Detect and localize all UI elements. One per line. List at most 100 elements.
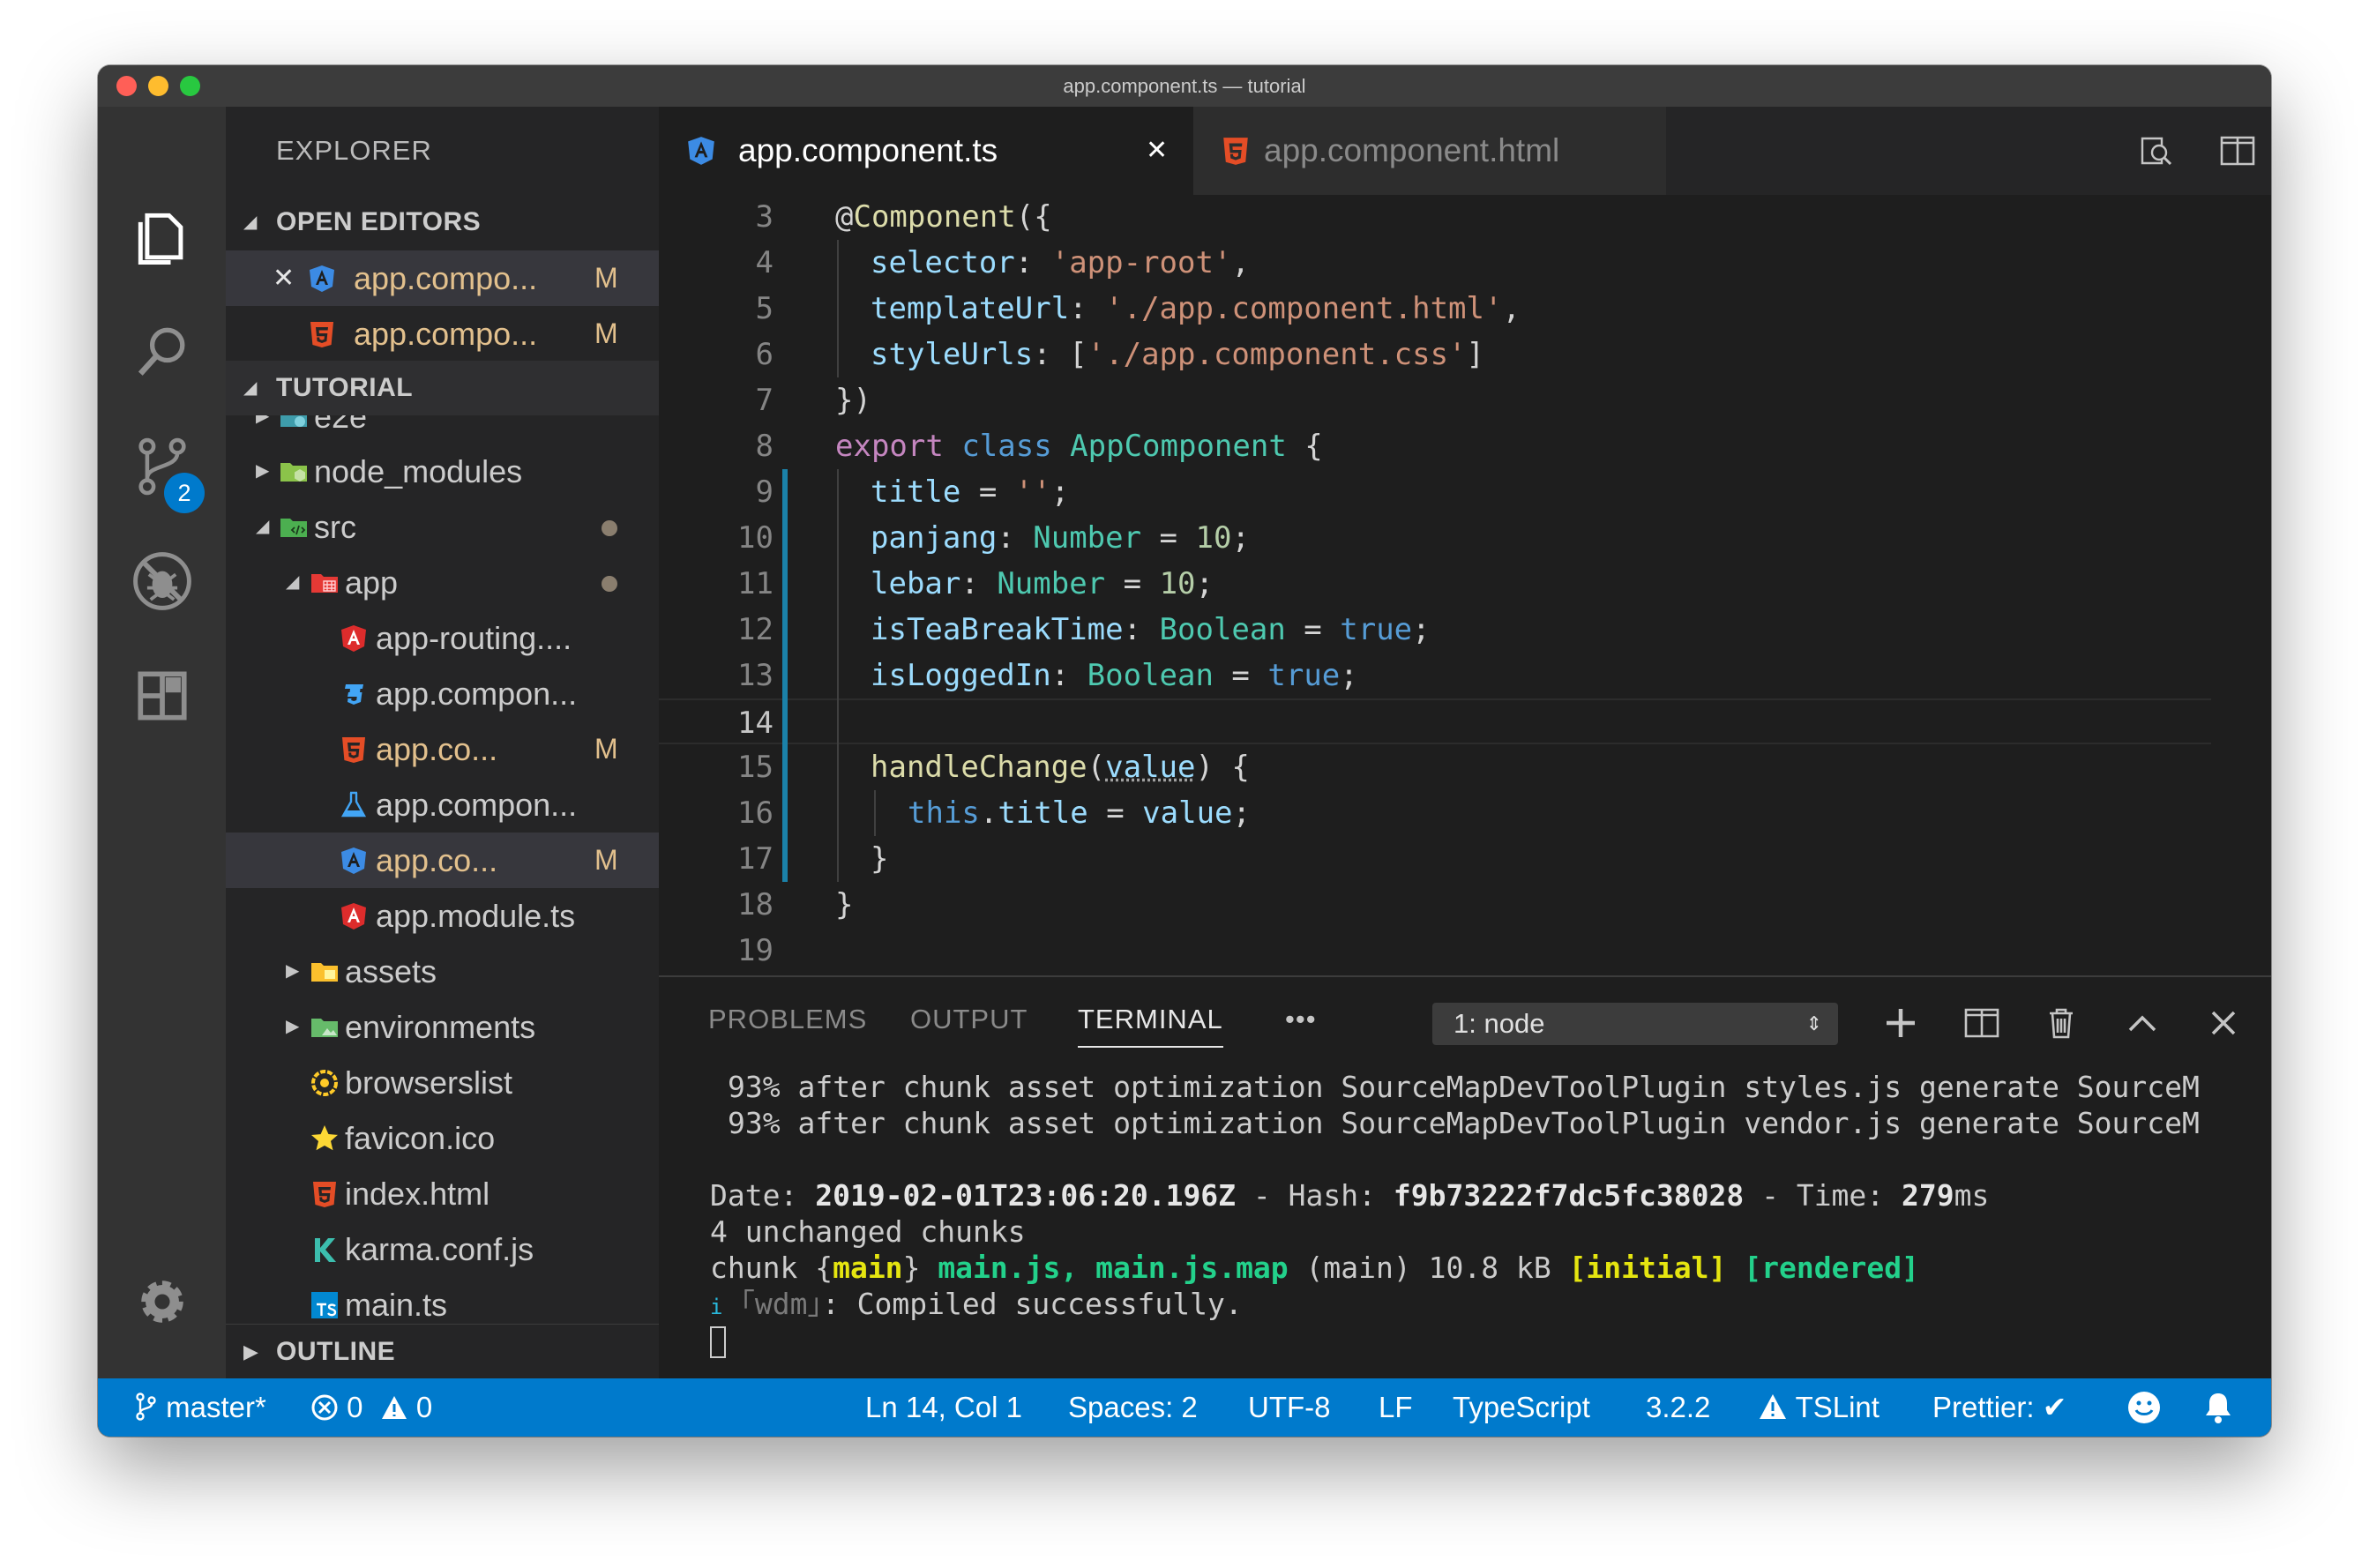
browserslist-icon <box>311 1070 338 1096</box>
tslint-status[interactable]: TSLint <box>1758 1378 1880 1437</box>
open-changes-button[interactable] <box>2130 124 2183 177</box>
close-panel-button[interactable] <box>2197 997 2250 1049</box>
tree-item-app-component-ts[interactable]: app.co... M <box>226 833 659 888</box>
split-editor-button[interactable] <box>2211 124 2264 177</box>
tree-item-app[interactable]: ◢ app <box>226 555 659 610</box>
angular-ts-icon <box>341 847 366 874</box>
tree-item-app-component-html[interactable]: app.co... M <box>226 721 659 777</box>
debug-activity[interactable] <box>98 533 226 630</box>
folder-app-icon <box>311 574 338 593</box>
test-flask-icon <box>340 791 367 818</box>
bottom-panel: PROBLEMS OUTPUT TERMINAL ••• 1: node ⇕ 9… <box>659 975 2271 1378</box>
open-editor-item[interactable]: ✕ app.compo... M <box>226 250 659 306</box>
trash-icon <box>2050 1008 2073 1039</box>
kill-terminal-button[interactable] <box>2035 997 2088 1049</box>
language-mode[interactable]: TypeScript <box>1453 1378 1590 1437</box>
tree-item-src[interactable]: ◢ src <box>226 499 659 555</box>
indent-guide <box>837 469 839 882</box>
extensions-icon <box>137 671 187 721</box>
chevron-down-icon: ◢ <box>286 572 300 592</box>
tree-item-index-html[interactable]: index.html <box>226 1166 659 1221</box>
maximize-panel-button[interactable] <box>2116 997 2169 1049</box>
maximize-window-button[interactable] <box>180 76 200 96</box>
terminal-line: 4 unchanged chunks <box>710 1214 1026 1249</box>
tab-app-component-ts[interactable]: app.component.ts ✕ <box>659 107 1193 195</box>
modified-dot <box>602 576 617 592</box>
tab-output[interactable]: OUTPUT <box>910 977 1028 1062</box>
indentation[interactable]: Spaces: 2 <box>1068 1378 1198 1437</box>
tree-item-node-modules[interactable]: ▶ node_modules <box>226 444 659 499</box>
tree-item-app-component-spec[interactable]: app.compon... <box>226 777 659 833</box>
extensions-activity[interactable] <box>98 647 226 744</box>
modified-badge: M <box>594 733 618 765</box>
vscode-window: app.component.ts — tutorial 2 EXPLORER ◢… <box>98 65 2271 1437</box>
search-activity[interactable] <box>98 303 226 400</box>
tab-problems[interactable]: PROBLEMS <box>708 977 867 1062</box>
settings-activity[interactable] <box>98 1253 226 1350</box>
problems-indicator[interactable]: 0 0 <box>310 1378 432 1437</box>
title-bar: app.component.ts — tutorial <box>98 65 2271 107</box>
html5-icon <box>342 737 365 763</box>
typescript-version[interactable]: 3.2.2 <box>1646 1378 1710 1437</box>
folder-src-icon <box>280 519 307 537</box>
code-line: 4 selector: 'app-root', <box>755 245 1250 280</box>
bell-icon <box>2206 1393 2231 1423</box>
new-terminal-button[interactable] <box>1874 997 1927 1049</box>
activity-bar: 2 <box>98 107 226 1378</box>
tree-item-karma-conf[interactable]: karma.conf.js <box>226 1221 659 1277</box>
chevron-up-icon <box>2128 1015 2156 1032</box>
terminal-cursor <box>710 1326 726 1358</box>
code-line: 11 lebar: Number = 10; <box>737 566 1214 601</box>
end-of-line[interactable]: LF <box>1379 1378 1413 1437</box>
tree-item-assets[interactable]: ▶ assets <box>226 944 659 999</box>
split-terminal-button[interactable] <box>1955 997 2008 1049</box>
typescript-icon <box>311 1292 338 1318</box>
git-branch-icon <box>136 1393 156 1421</box>
tutorial-header[interactable]: ◢ TUTORIAL <box>226 361 659 415</box>
angular-ts-icon <box>310 265 334 292</box>
tree-item-environments[interactable]: ▶ environments <box>226 999 659 1055</box>
explorer-activity[interactable] <box>98 189 226 286</box>
tree-item-app-module[interactable]: app.module.ts <box>226 888 659 944</box>
notifications-button[interactable] <box>2201 1378 2236 1437</box>
chevron-right-icon: ▶ <box>243 1340 259 1363</box>
close-window-button[interactable] <box>116 76 137 96</box>
check-icon: ✔ <box>2042 1391 2067 1423</box>
tab-app-component-html[interactable]: app.component.html <box>1193 107 1666 195</box>
outline-header[interactable]: ▶ OUTLINE <box>226 1324 659 1378</box>
code-editor[interactable]: 3 @Component({ 4 selector: 'app-root', 5 te… <box>659 195 2271 975</box>
html5-icon <box>313 1182 336 1207</box>
indent-guide <box>874 790 876 836</box>
close-icon[interactable]: ✕ <box>273 250 295 306</box>
feedback-button[interactable] <box>2126 1378 2162 1437</box>
tab-terminal[interactable]: TERMINAL <box>1078 977 1223 1062</box>
minimize-window-button[interactable] <box>148 76 168 96</box>
panel-more-button[interactable]: ••• <box>1285 977 1317 1062</box>
encoding[interactable]: UTF-8 <box>1248 1378 1331 1437</box>
search-icon <box>138 327 184 376</box>
tree-item-app-routing[interactable]: app-routing.... <box>226 610 659 666</box>
tree-item-browserslist[interactable]: browserslist <box>226 1055 659 1110</box>
close-tab-icon[interactable]: ✕ <box>1146 107 1168 195</box>
source-control-activity[interactable]: 2 <box>98 418 226 515</box>
code-line: 9 title = ''; <box>755 474 1070 510</box>
files-icon <box>138 213 183 265</box>
tree-item-app-component-css[interactable]: app.compon... <box>226 666 659 721</box>
open-editors-header[interactable]: ◢ OPEN EDITORS <box>226 195 659 250</box>
branch-indicator[interactable]: master* <box>133 1378 266 1437</box>
modified-dot <box>602 520 617 536</box>
open-editor-item[interactable]: app.compo... M <box>226 306 659 362</box>
code-line: 7}) <box>755 383 871 418</box>
prettier-status[interactable]: Prettier: ✔ <box>1932 1378 2066 1437</box>
code-line: 12 isTeaBreakTime: Boolean = true; <box>737 612 1431 647</box>
sidebar-title: EXPLORER <box>276 135 432 166</box>
plus-icon <box>1887 1009 1915 1037</box>
folder-node-icon <box>280 463 307 482</box>
tree-item-e2e[interactable]: ▶ e2e <box>226 415 659 444</box>
terminal-select[interactable]: 1: node ⇕ <box>1432 1003 1838 1045</box>
terminal-output[interactable]: 93% after chunk asset optimization Sourc… <box>659 1062 2271 1380</box>
css3-icon <box>345 684 363 705</box>
tree-item-favicon[interactable]: favicon.ico <box>226 1110 659 1166</box>
cursor-position[interactable]: Ln 14, Col 1 <box>865 1378 1022 1437</box>
chevron-right-icon: ▶ <box>286 1017 300 1036</box>
